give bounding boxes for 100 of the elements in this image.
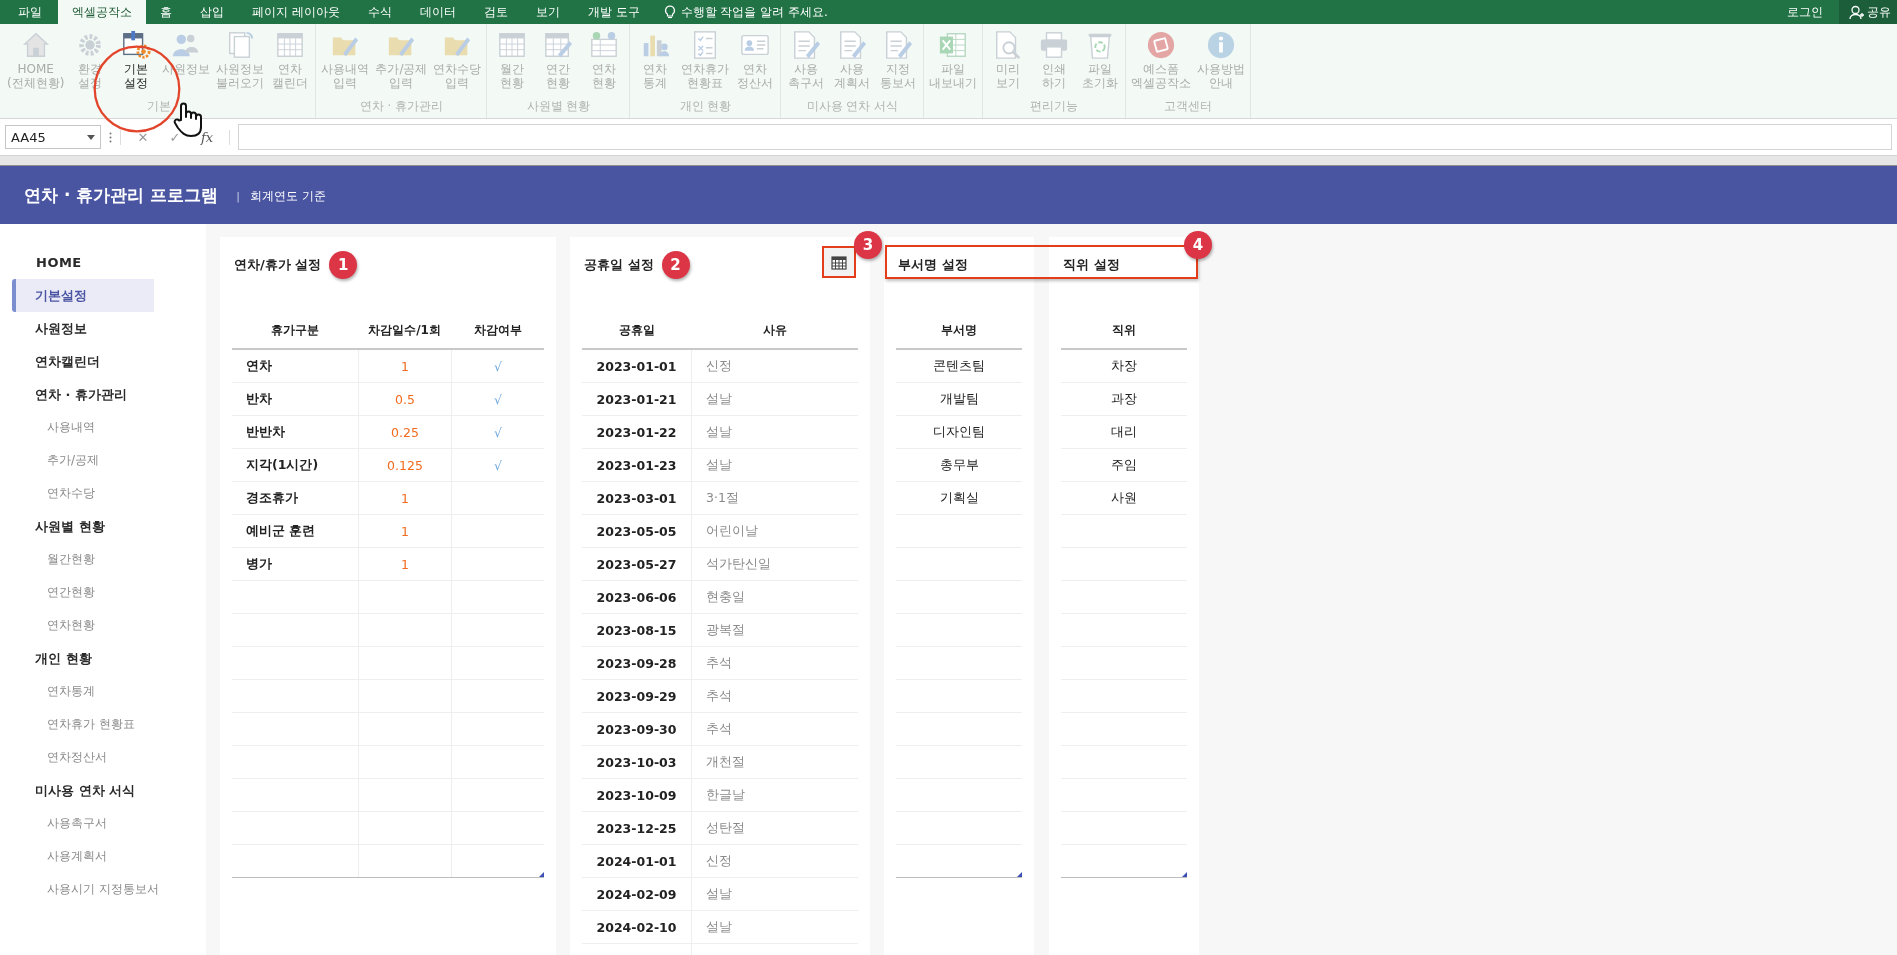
- formula-input[interactable]: [238, 124, 1892, 150]
- ribbon-group-label: 개인 현황: [678, 99, 733, 115]
- table-cell-text: 콘텐츠팀: [932, 356, 986, 375]
- table-cell-text: 2023-01-22: [595, 423, 678, 442]
- sidebar-item[interactable]: 사원별 현황: [12, 510, 154, 543]
- ribbon-button[interactable]: 연차 현황: [581, 24, 628, 99]
- table-cell-text: 2023-10-03: [595, 753, 678, 772]
- ribbon-button[interactable]: 월간 현황: [489, 24, 536, 99]
- ribbon-button[interactable]: 파일 초기화: [1077, 24, 1124, 99]
- table-cell-text: 주임: [1110, 455, 1138, 474]
- table-cell-text: 2023-01-23: [595, 456, 678, 475]
- menu-tab[interactable]: 엑셀공작소: [58, 0, 146, 24]
- sidebar-item[interactable]: 연차휴가 현황표: [12, 708, 154, 741]
- ribbon-button[interactable]: 미리 보기: [985, 24, 1032, 99]
- sidebar-item[interactable]: 연차 · 휴가관리: [12, 378, 154, 411]
- table-cell-text: 병가: [245, 554, 273, 573]
- card-title: 연차/휴가 설정: [234, 255, 322, 274]
- sidebar-item[interactable]: 사원정보: [12, 312, 154, 345]
- menu-tab[interactable]: 개발 도구: [573, 0, 654, 24]
- document-pencil-icon: [791, 30, 822, 60]
- table-cell: 한글날: [691, 779, 858, 811]
- ribbon-button[interactable]: 인쇄 하기: [1031, 24, 1078, 99]
- sidebar-item[interactable]: 개인 현황: [12, 642, 154, 675]
- sidebar-item[interactable]: 연차캘린더: [12, 345, 154, 378]
- ribbon-button[interactable]: 지정 통보서: [875, 24, 922, 99]
- sidebar-item[interactable]: 미사용 연차 서식: [12, 774, 154, 807]
- sidebar-item[interactable]: 연차정산서: [12, 741, 154, 774]
- menu-tab[interactable]: 홈: [146, 0, 186, 24]
- table-cell-text: 예비군 훈련: [245, 521, 317, 540]
- ribbon-button[interactable]: 연차 정산서: [732, 24, 779, 99]
- resize-handle-icon[interactable]: [1017, 872, 1022, 877]
- ribbon-group-label: 기본: [145, 99, 172, 115]
- ribbon-button[interactable]: 추가/공제 입력: [372, 24, 431, 99]
- ribbon-button[interactable]: 사용 계획서: [829, 24, 876, 99]
- ribbon-button[interactable]: 연차휴가 현황표: [678, 24, 733, 99]
- menu-tab[interactable]: 데이터: [405, 0, 470, 24]
- menu-tab[interactable]: 페이지 레이아웃: [238, 0, 354, 24]
- sidebar-item[interactable]: 추가/공제: [12, 444, 154, 477]
- menu-tab[interactable]: 보기: [521, 0, 574, 24]
- table-cell: 설날: [691, 416, 858, 448]
- document-pencil-icon: [883, 30, 914, 60]
- separator-text: |: [236, 189, 240, 203]
- menu-tab[interactable]: 파일: [0, 0, 58, 24]
- resize-handle-icon[interactable]: [539, 872, 544, 877]
- ribbon-button[interactable]: 예스폼 엑셀공작소: [1128, 24, 1195, 99]
- ribbon-group-label: 미사용 연차 서식: [805, 99, 900, 115]
- table-cell: 0.25: [358, 416, 451, 448]
- table-cell: 1: [358, 548, 451, 580]
- resize-handle-icon[interactable]: [1182, 872, 1187, 877]
- column-header: 사유: [761, 321, 788, 339]
- number-badge: 3: [854, 231, 882, 259]
- stamp-icon: [1146, 30, 1177, 60]
- sidebar-item[interactable]: HOME: [12, 246, 154, 279]
- calendar-icon: [275, 30, 306, 60]
- table-cell-text: 2024-02-10: [595, 918, 678, 937]
- ribbon-button[interactable]: 사용방법 안내: [1194, 24, 1249, 99]
- home-icon: [20, 30, 51, 60]
- table-cell-text: 지각(1시간): [245, 455, 320, 474]
- ribbon-button[interactable]: 사용내역 입력: [318, 24, 373, 99]
- check-mark: √: [451, 350, 544, 382]
- login-link[interactable]: 로그인: [1771, 0, 1839, 24]
- ribbon-group-label: 사원별 현황: [525, 99, 592, 115]
- ribbon-button[interactable]: 사원정보 불러오기: [213, 24, 268, 99]
- ribbon-button[interactable]: 연차 캘린더: [267, 24, 314, 99]
- sidebar-item[interactable]: 연차현황: [12, 609, 154, 642]
- sidebar-item[interactable]: 사용촉구서: [12, 807, 154, 840]
- sidebar-item[interactable]: 연차통계: [12, 675, 154, 708]
- calendar-icon: [831, 254, 847, 270]
- sidebar-item[interactable]: 기본설정: [12, 279, 154, 312]
- table-cell: 추석: [691, 680, 858, 712]
- table-cell-text: 2023-05-05: [595, 522, 678, 541]
- share-button[interactable]: 공유: [1839, 0, 1897, 24]
- check-mark: √: [451, 416, 544, 448]
- sidebar-item[interactable]: 연간현황: [12, 576, 154, 609]
- ribbon-button[interactable]: 연차수당 입력: [430, 24, 485, 99]
- name-box[interactable]: AA45: [5, 125, 101, 149]
- ribbon-button[interactable]: 파일 내보내기: [926, 24, 981, 118]
- info-icon: [1206, 30, 1237, 60]
- menu-tab[interactable]: 수식: [353, 0, 406, 24]
- ribbon-button[interactable]: 연차 통계: [632, 24, 679, 99]
- card-title: 부서명 설정: [898, 255, 968, 274]
- table-cell-text: 2023-01-01: [595, 357, 678, 376]
- tell-me-field[interactable]: 수행할 작업을 알려 주세요.: [663, 0, 828, 24]
- sidebar-item[interactable]: 사용계획서: [12, 840, 154, 873]
- ribbon-button[interactable]: 사용 촉구서: [783, 24, 830, 99]
- column-header: 차감여부: [472, 321, 523, 339]
- table-cell: 추석: [691, 713, 858, 745]
- ribbon-button[interactable]: 연간 현황: [535, 24, 582, 99]
- calendar-button[interactable]: [822, 246, 856, 278]
- sidebar-item[interactable]: 사용내역: [12, 411, 154, 444]
- table-cell: 석가탄신일: [691, 548, 858, 580]
- menu-tab[interactable]: 검토: [469, 0, 522, 24]
- cancel-button[interactable]: ✕: [129, 129, 157, 145]
- sidebar-item[interactable]: 월간현황: [12, 543, 154, 576]
- sidebar-item[interactable]: 연차수당: [12, 477, 154, 510]
- table-cell-text: 2023-09-29: [595, 687, 678, 706]
- table-cell: 0.125: [358, 449, 451, 481]
- menu-tab[interactable]: 삽입: [186, 0, 238, 24]
- ribbon-button[interactable]: HOME (전체현황): [4, 24, 68, 99]
- ribbon-button[interactable]: 기본 설정: [113, 24, 160, 99]
